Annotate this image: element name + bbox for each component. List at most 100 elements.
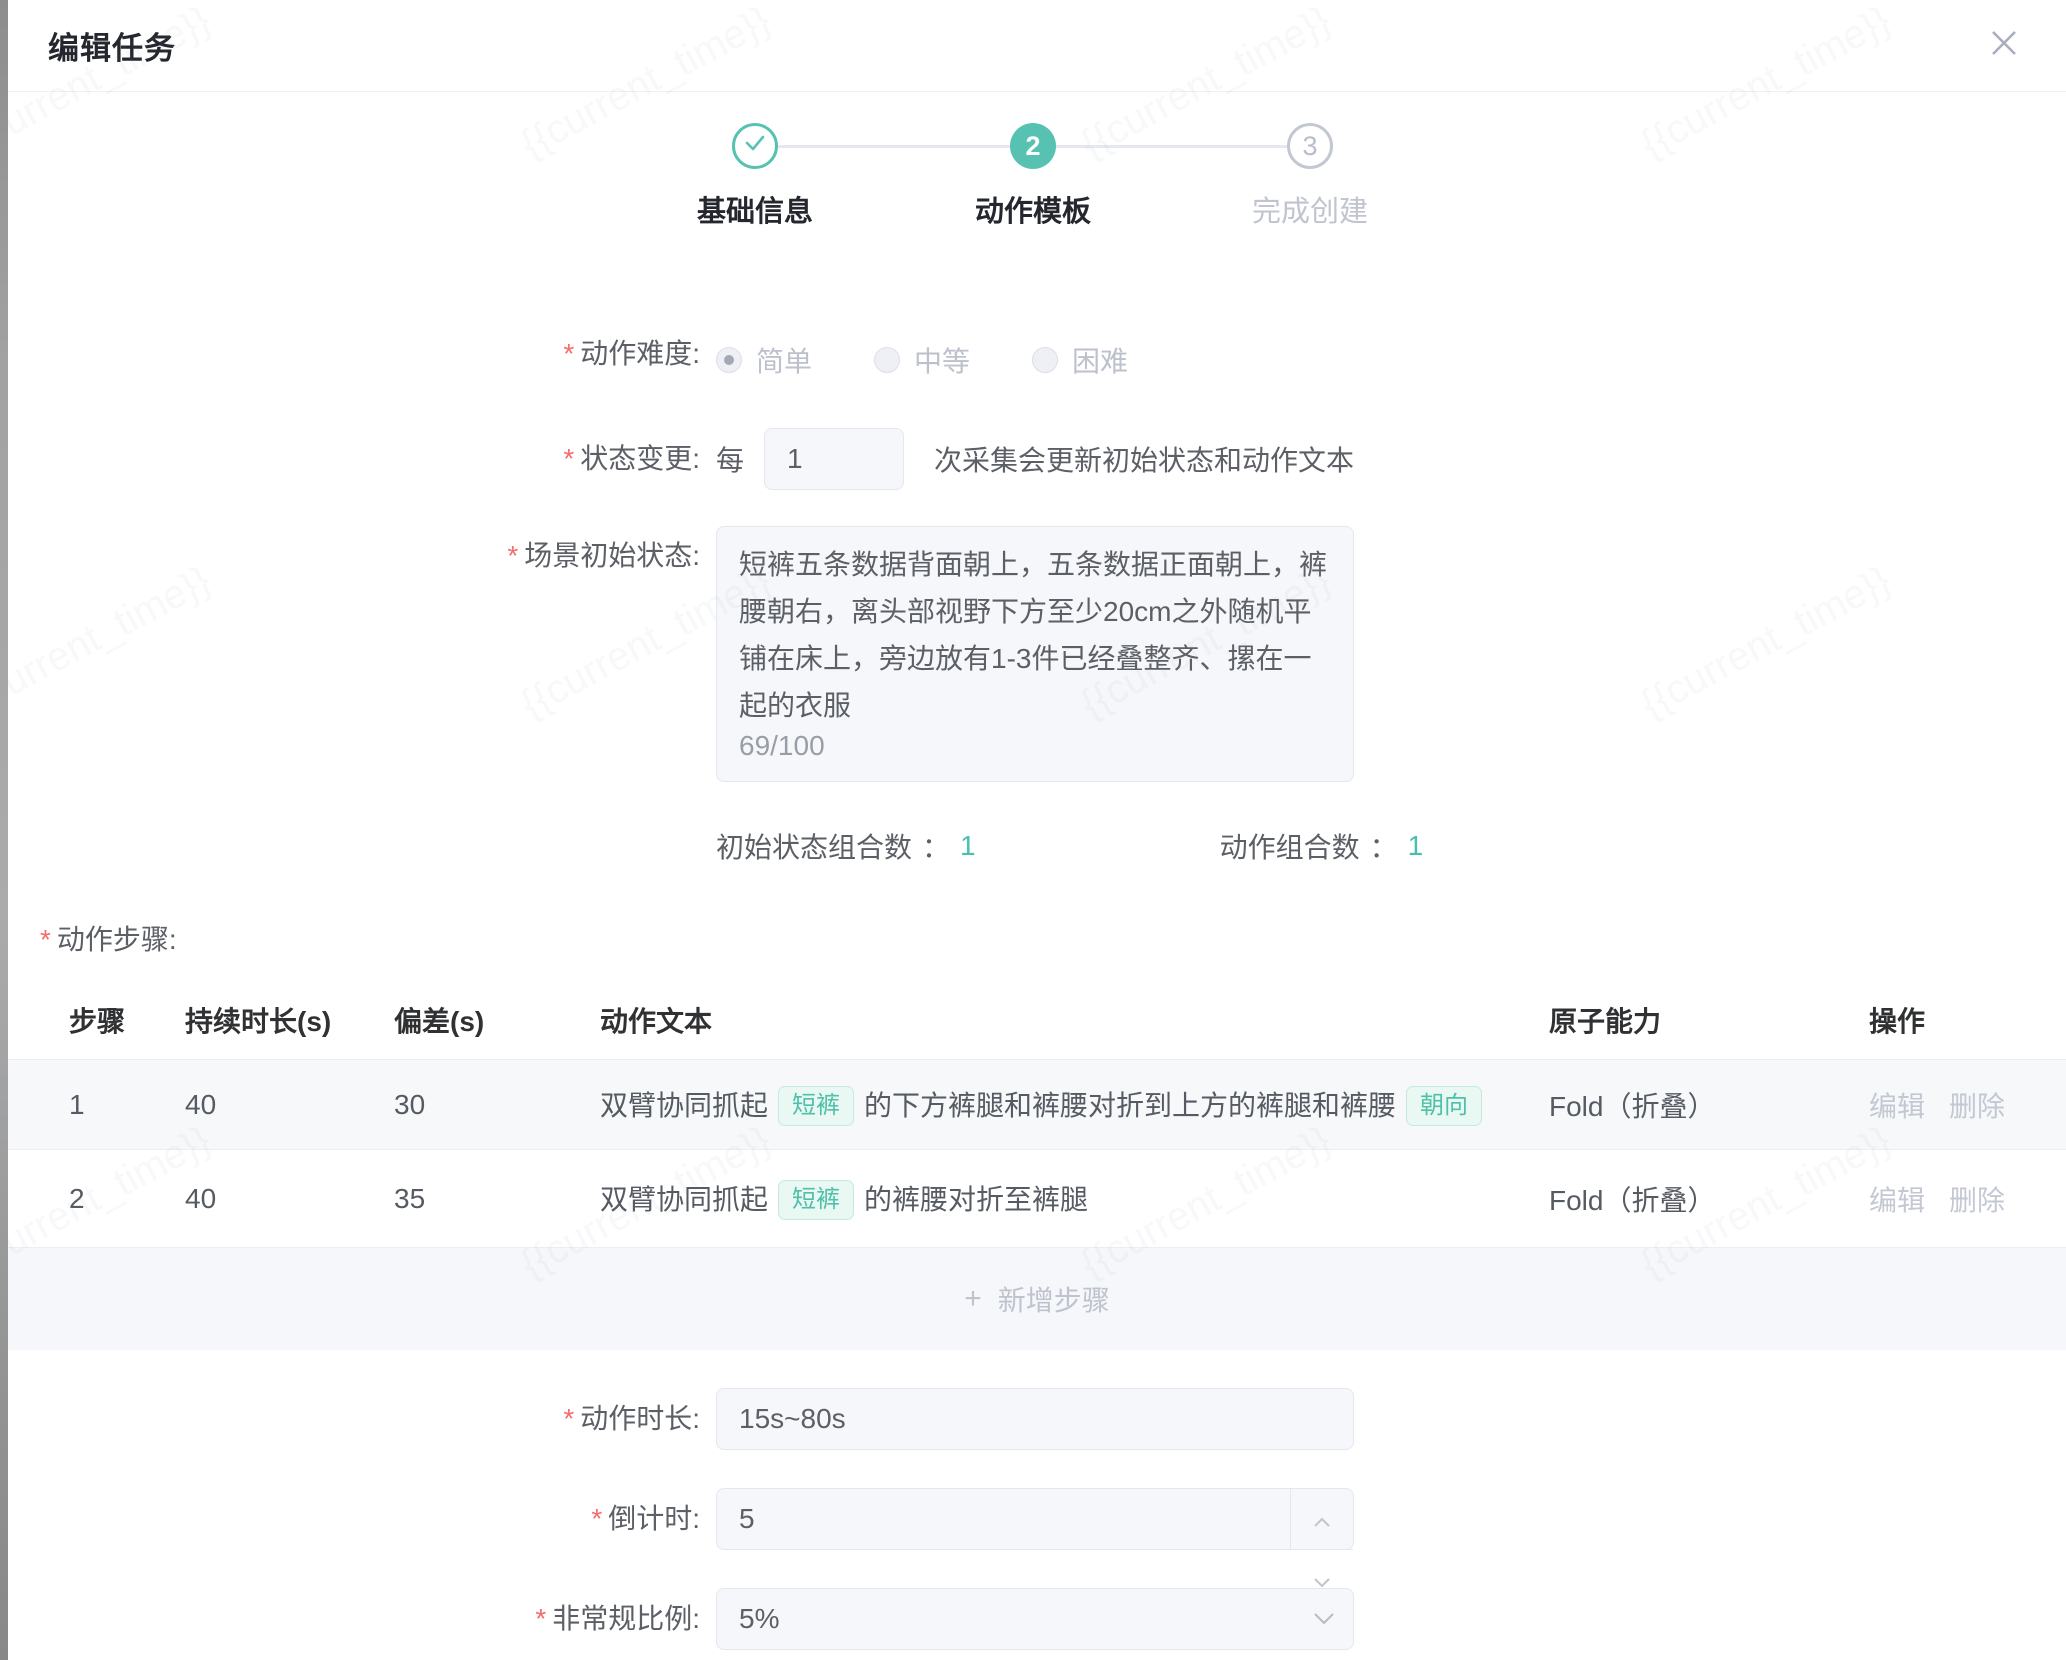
table-body: 14030双臂协同抓起短裤的下方裤腿和裤腰对折到上方的裤腿和裤腰朝向Fold（折… (8, 1060, 2066, 1248)
initial-state-row: *场景初始状态: 短裤五条数据背面朝上，五条数据正面朝上，裤腰朝右，离头部视野下… (8, 526, 2066, 782)
step-cell: 2 (69, 1183, 185, 1215)
chevron-down-icon (1313, 1612, 1335, 1626)
stepper: 2 3 基础信息 动作模板 完成创建 (8, 92, 2066, 242)
delete-link[interactable]: 删除 (1949, 1085, 2005, 1125)
col-header-step: 步骤 (69, 1000, 185, 1040)
combo-separator: ： (922, 826, 950, 866)
ability-cell: Fold（折叠） (1549, 1085, 1855, 1125)
state-change-prefix: 每 (716, 439, 744, 479)
delete-link[interactable]: 删除 (1949, 1179, 2005, 1219)
action-text-part: 双臂协同抓起 (600, 1090, 768, 1121)
edit-task-dialog-page: {{current_time}}{{current_time}}{{curren… (0, 0, 2066, 1660)
countdown-input[interactable]: 5 (716, 1488, 1354, 1550)
step-3-indicator: 3 (1287, 123, 1333, 169)
step-connector (778, 145, 1010, 148)
char-counter: 69/100 (739, 722, 825, 769)
step-cell: 1 (69, 1089, 185, 1121)
initial-state-textarea[interactable]: 短裤五条数据背面朝上，五条数据正面朝上，裤腰朝右，离头部视野下方至少20cm之外… (716, 526, 1354, 782)
required-mark: * (40, 924, 51, 955)
required-mark: * (591, 1503, 602, 1534)
duration-label: *动作时长: (8, 1388, 700, 1450)
col-header-text: 动作文本 (600, 1000, 1549, 1040)
initial-state-text: 短裤五条数据背面朝上，五条数据正面朝上，裤腰朝右，离头部视野下方至少20cm之外… (739, 549, 1327, 721)
table-header-row: 步骤 持续时长(s) 偏差(s) 动作文本 原子能力 操作 (8, 980, 2066, 1060)
add-step-label: 新增步骤 (998, 1279, 1110, 1319)
radio-label: 中等 (914, 340, 970, 380)
countdown-value: 5 (739, 1503, 755, 1534)
radio-label: 困难 (1072, 340, 1128, 380)
state-change-control: 每 1 次采集会更新初始状态和动作文本 (716, 428, 1354, 490)
edit-link[interactable]: 编辑 (1869, 1179, 1925, 1219)
radio-icon (716, 347, 742, 373)
initial-state-label: *场景初始状态: (8, 534, 700, 574)
combo-separator: ： (1370, 826, 1398, 866)
duration-row: *动作时长: 15s~80s (8, 1388, 2066, 1450)
unusual-ratio-label: *非常规比例: (8, 1588, 700, 1650)
required-mark: * (563, 1403, 574, 1434)
action-combo-label: 动作组合数 (1220, 826, 1360, 866)
col-header-ability: 原子能力 (1549, 1000, 1855, 1040)
unusual-ratio-value: 5% (739, 1603, 779, 1634)
dialog-title: 编辑任务 (48, 23, 176, 68)
action-text-cell: 双臂协同抓起短裤的裤腰对折至裤腿 (600, 1178, 1549, 1220)
chevron-up-icon (1313, 1489, 1331, 1549)
actions-cell: 编辑删除 (1855, 1179, 2066, 1219)
action-steps-table: 步骤 持续时长(s) 偏差(s) 动作文本 原子能力 操作 14030双臂协同抓… (8, 980, 2066, 1350)
initial-combo-value: 1 (960, 830, 976, 862)
close-icon (1987, 26, 2021, 65)
required-mark: * (535, 1603, 546, 1634)
radio-medium[interactable]: 中等 (874, 340, 970, 380)
step-2-label: 动作模板 (913, 188, 1153, 230)
action-tag: 短裤 (778, 1180, 854, 1220)
edit-link[interactable]: 编辑 (1869, 1085, 1925, 1125)
required-mark: * (563, 338, 574, 369)
ability-cell: Fold（折叠） (1549, 1179, 1855, 1219)
add-step-button[interactable]: + 新增步骤 (8, 1248, 2066, 1350)
radio-icon (874, 347, 900, 373)
step-number: 2 (1025, 131, 1040, 162)
required-mark: * (563, 443, 574, 474)
check-icon (742, 130, 768, 163)
number-spinner (1290, 1489, 1353, 1549)
combo-counts-row: 初始状态组合数 ： 1 动作组合数 ： 1 (8, 826, 2066, 862)
state-change-input[interactable]: 1 (764, 428, 904, 490)
step-2-indicator: 2 (1010, 123, 1056, 169)
difficulty-radio-group: 简单 中等 困难 (716, 340, 1190, 380)
radio-hard[interactable]: 困难 (1032, 340, 1128, 380)
actions-cell: 编辑删除 (1855, 1085, 2066, 1125)
duration-input[interactable]: 15s~80s (716, 1388, 1354, 1450)
difficulty-label: *动作难度: (8, 332, 700, 376)
step-1-label: 基础信息 (635, 188, 875, 230)
required-mark: * (507, 540, 518, 571)
plus-icon: + (964, 1282, 982, 1316)
col-header-deviation: 偏差(s) (394, 1000, 600, 1040)
table-row: 24035双臂协同抓起短裤的裤腰对折至裤腿Fold（折叠）编辑删除 (8, 1150, 2066, 1248)
action-tag: 短裤 (778, 1086, 854, 1126)
step-number: 3 (1302, 131, 1317, 162)
action-combo-value: 1 (1408, 830, 1424, 862)
increase-button[interactable] (1291, 1489, 1353, 1550)
step-3-label: 完成创建 (1190, 188, 1430, 230)
state-change-row: *状态变更: 每 1 次采集会更新初始状态和动作文本 (8, 428, 2066, 490)
action-text-part: 的下方裤腿和裤腰对折到上方的裤腿和裤腰 (864, 1090, 1396, 1121)
deviation-cell: 35 (394, 1183, 600, 1215)
radio-simple[interactable]: 简单 (716, 340, 812, 380)
state-change-label: *状态变更: (8, 428, 700, 490)
table-row: 14030双臂协同抓起短裤的下方裤腿和裤腰对折到上方的裤腿和裤腰朝向Fold（折… (8, 1060, 2066, 1150)
unusual-ratio-select[interactable]: 5% (716, 1588, 1354, 1650)
radio-label: 简单 (756, 340, 812, 380)
action-text-cell: 双臂协同抓起短裤的下方裤腿和裤腰对折到上方的裤腿和裤腰朝向 (600, 1084, 1549, 1126)
countdown-row: *倒计时: 5 (8, 1488, 2066, 1550)
col-header-actions: 操作 (1855, 1000, 2066, 1040)
state-change-suffix: 次采集会更新初始状态和动作文本 (934, 439, 1354, 479)
action-text-part: 双臂协同抓起 (600, 1184, 768, 1215)
combo-counts: 初始状态组合数 ： 1 动作组合数 ： 1 (716, 826, 1423, 866)
action-tag: 朝向 (1406, 1086, 1482, 1126)
action-text-part: 的裤腰对折至裤腿 (864, 1184, 1088, 1215)
countdown-label: *倒计时: (8, 1488, 700, 1550)
duration-cell: 40 (185, 1089, 394, 1121)
radio-icon (1032, 347, 1058, 373)
duration-cell: 40 (185, 1183, 394, 1215)
col-header-duration: 持续时长(s) (185, 1000, 394, 1040)
close-button[interactable] (1982, 24, 2026, 68)
